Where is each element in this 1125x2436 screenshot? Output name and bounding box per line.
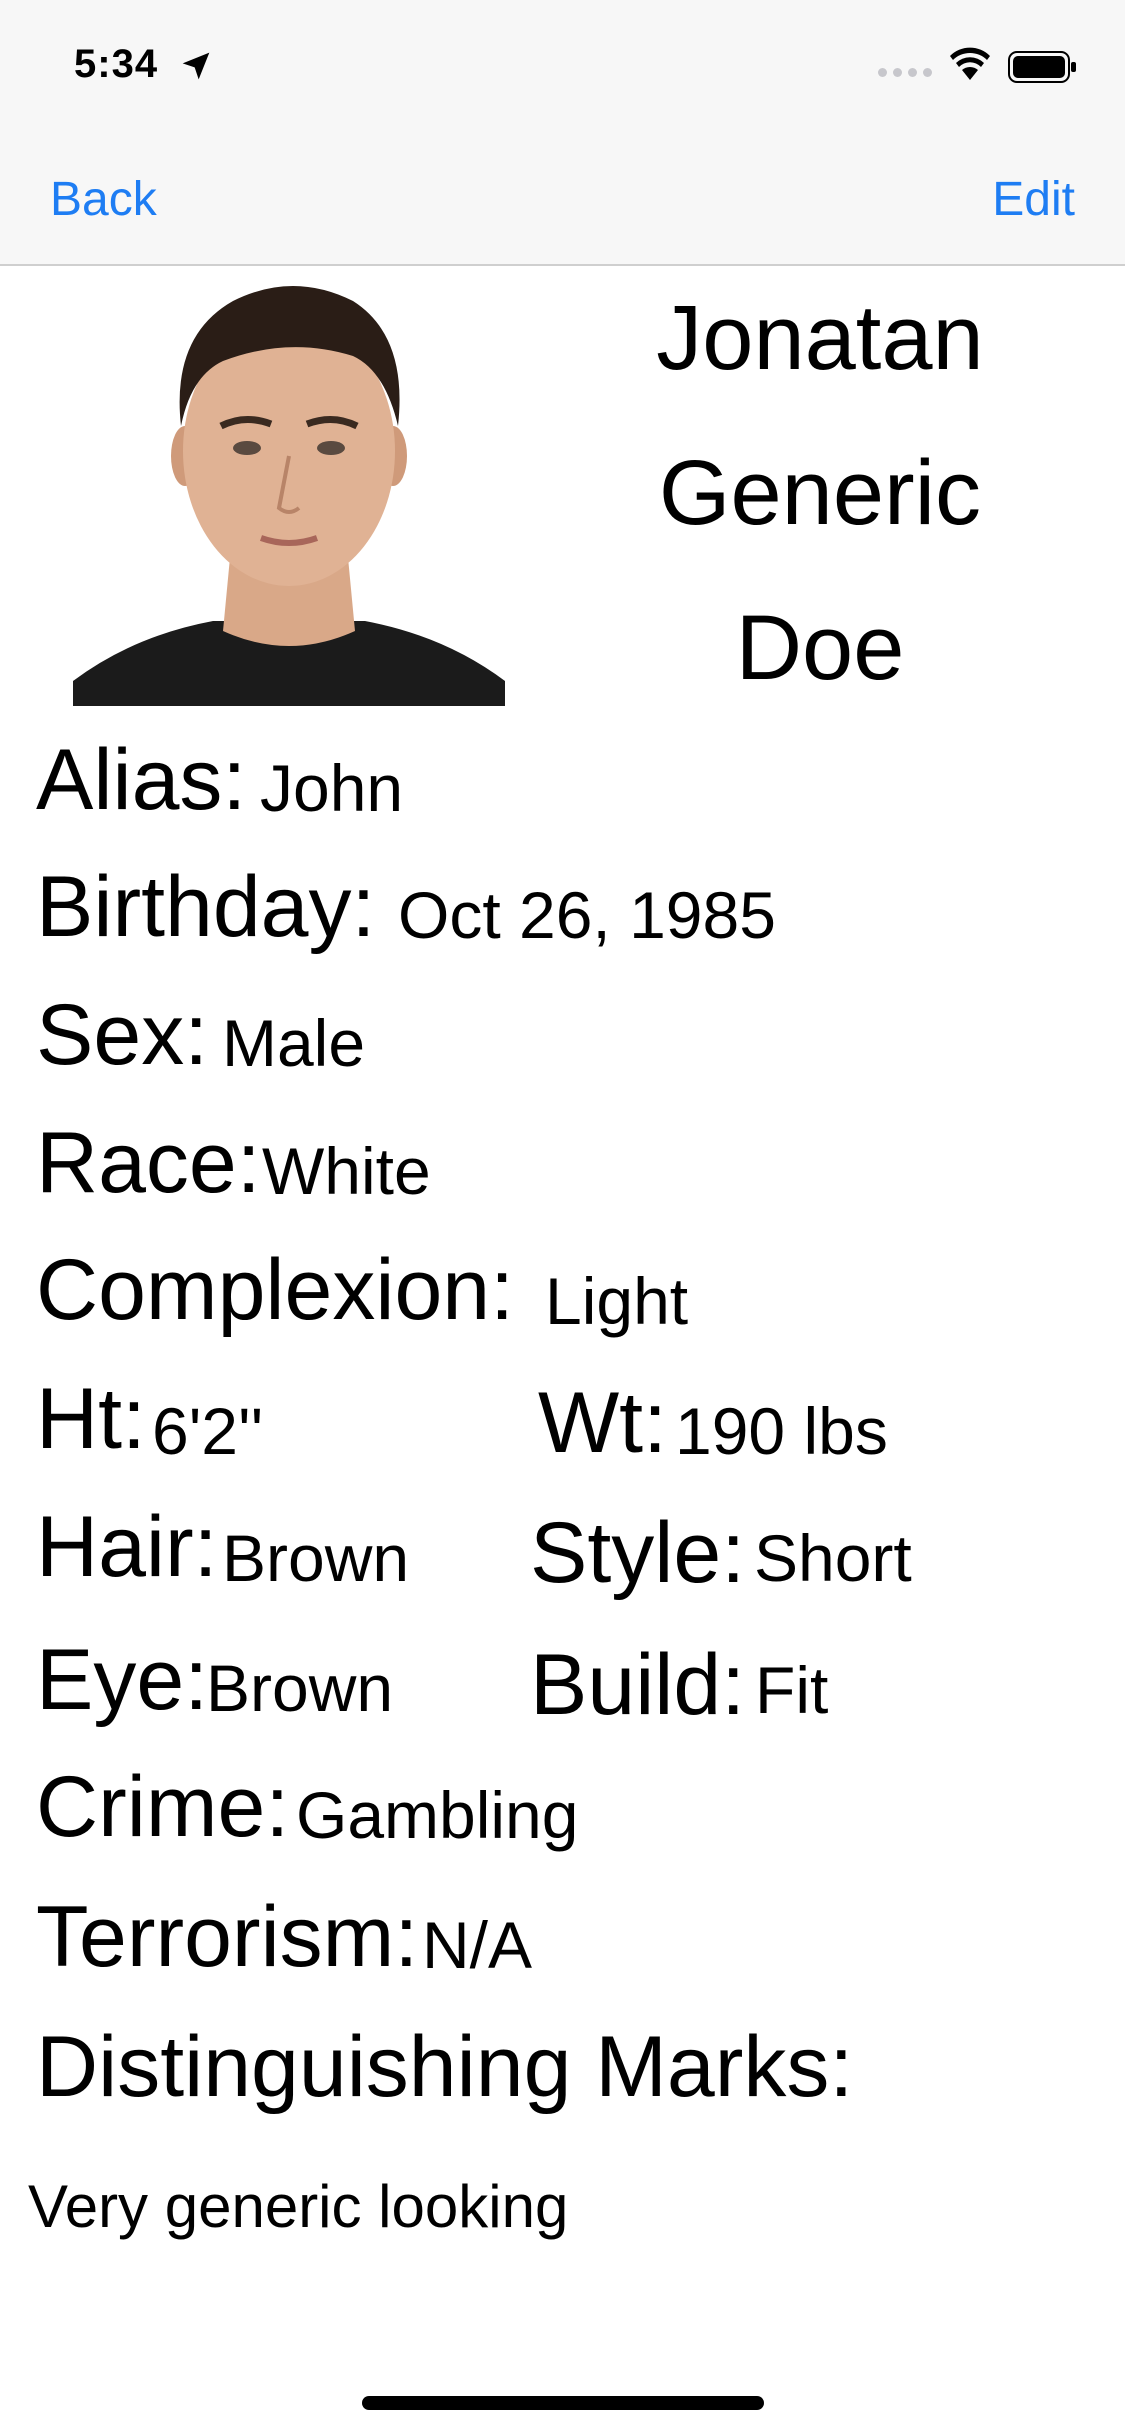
- height-label: Ht:: [36, 1371, 146, 1467]
- location-arrow-icon: [182, 52, 210, 80]
- distinguishing-marks-value: Very generic looking: [28, 2173, 569, 2240]
- style-label: Style:: [530, 1505, 746, 1601]
- alias-value: John: [260, 751, 404, 825]
- height-value: 6'2'': [152, 1394, 264, 1468]
- edit-button[interactable]: Edit: [992, 172, 1075, 227]
- birthday-label: Birthday:: [36, 859, 376, 955]
- home-indicator[interactable]: [362, 2396, 764, 2410]
- hair-value: Brown: [222, 1521, 410, 1595]
- style-value: Short: [754, 1521, 912, 1595]
- crime-value: Gambling: [296, 1778, 579, 1852]
- distinguishing-marks-label: Distinguishing Marks:: [36, 2019, 854, 2115]
- name-last: Doe: [735, 597, 905, 699]
- status-bar: 5:34: [0, 0, 1125, 132]
- race-value: White: [262, 1134, 431, 1208]
- terrorism-value: N/A: [422, 1908, 533, 1982]
- cellular-signal-icon: [878, 68, 932, 77]
- back-button[interactable]: Back: [50, 172, 157, 227]
- hair-label: Hair:: [36, 1499, 218, 1595]
- birthday-value: Oct 26, 1985: [398, 878, 776, 952]
- wifi-icon: [950, 47, 990, 80]
- status-time: 5:34: [74, 42, 159, 86]
- race-label: Race:: [36, 1115, 261, 1211]
- complexion-value: Light: [545, 1264, 689, 1338]
- alias-label: Alias:: [36, 732, 247, 828]
- battery-icon: [1008, 51, 1076, 83]
- eye-label: Eye:: [36, 1632, 209, 1728]
- profile-photo: [73, 276, 505, 706]
- build-label: Build:: [530, 1637, 746, 1733]
- name-first: Jonatan: [656, 287, 984, 389]
- terrorism-label: Terrorism:: [36, 1889, 419, 1985]
- weight-value: 190 lbs: [675, 1394, 888, 1468]
- sex-label: Sex:: [36, 987, 209, 1083]
- eye-value: Brown: [206, 1651, 394, 1725]
- complexion-label: Complexion:: [36, 1242, 514, 1338]
- name-middle: Generic: [658, 442, 982, 544]
- build-value: Fit: [755, 1653, 829, 1727]
- crime-label: Crime:: [36, 1759, 290, 1855]
- navigation-bar: Back Edit: [0, 132, 1125, 266]
- sex-value: Male: [222, 1006, 366, 1080]
- weight-label: Wt:: [538, 1375, 667, 1471]
